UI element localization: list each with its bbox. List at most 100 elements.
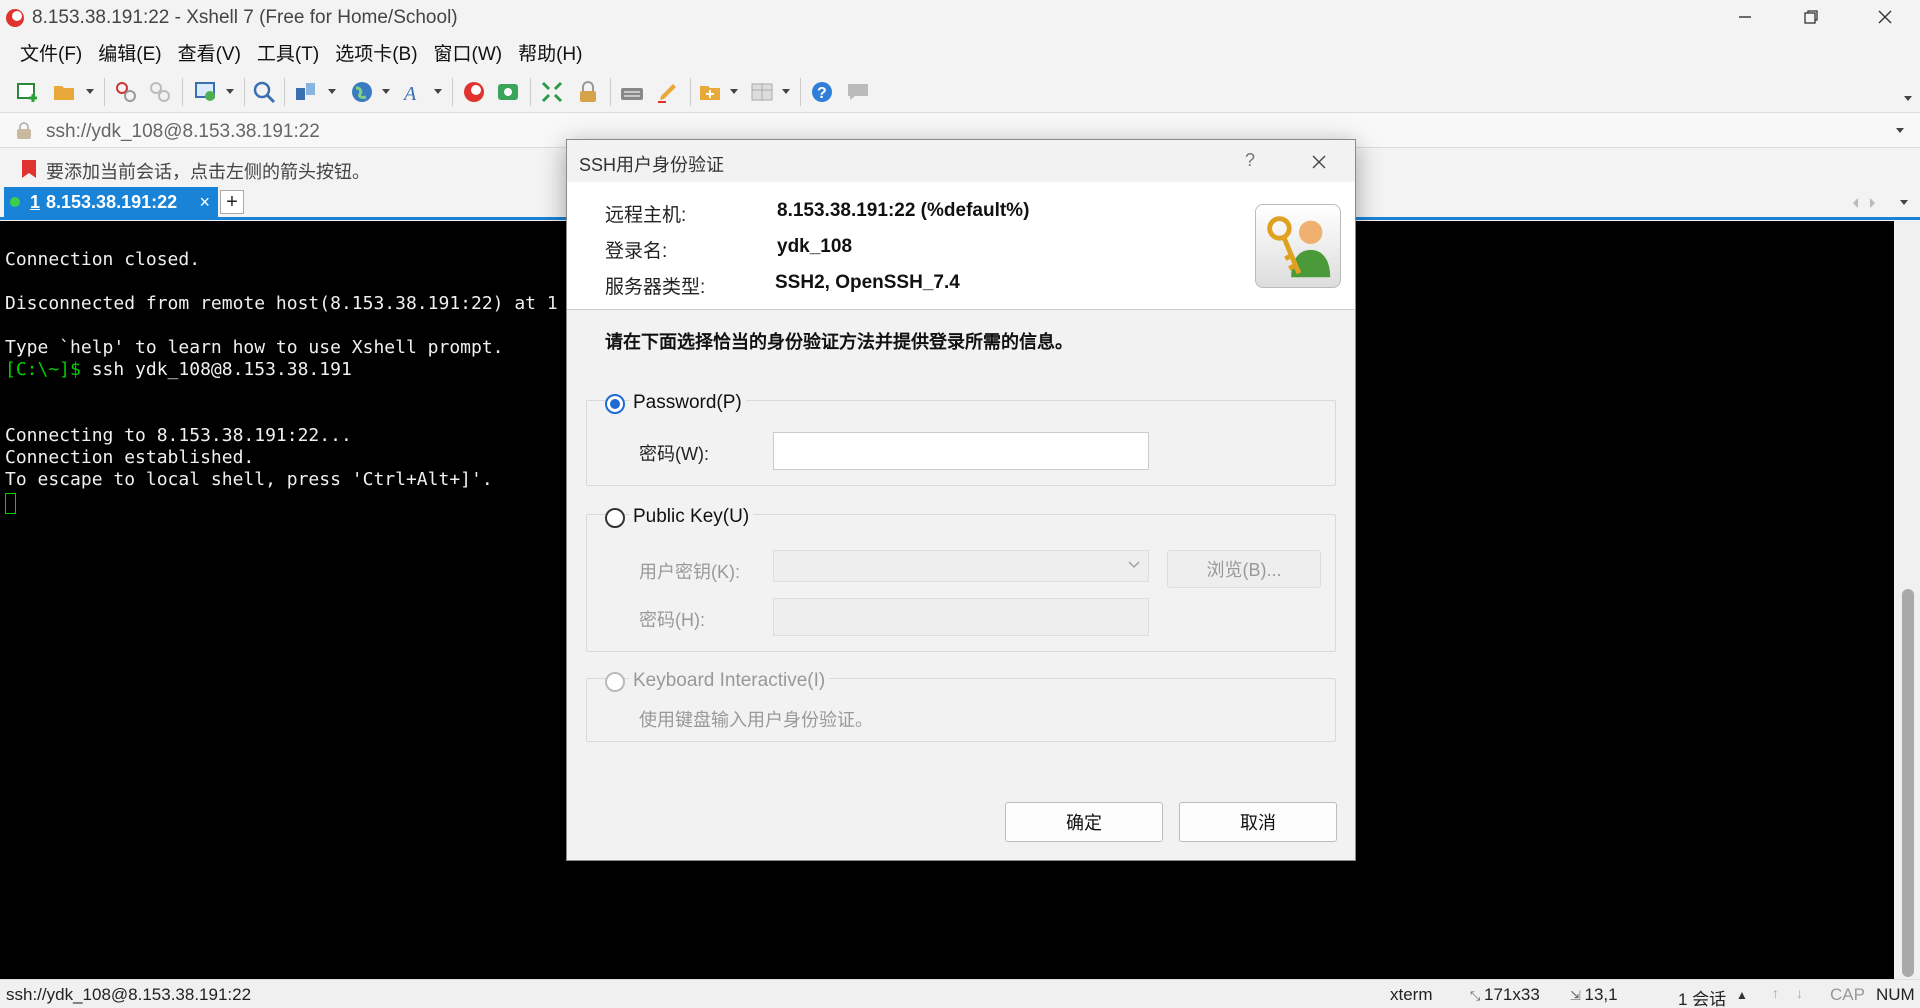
minimize-button[interactable] [1712,0,1778,34]
tab-close-icon[interactable]: × [199,192,210,213]
reconnect-icon[interactable] [114,80,138,104]
close-icon [1878,10,1892,24]
password-radio[interactable] [605,394,625,414]
remote-host-value: 8.153.38.191:22 (%default%) [777,200,1030,221]
scrollbar-thumb[interactable] [1902,589,1914,977]
terminal-line: [C:\~]$ ssh ydk_108@8.153.38.191 [5,359,352,380]
address-input[interactable]: ssh://ydk_108@8.153.38.191:22 [46,121,320,143]
passphrase-label: 密码(H): [639,610,705,630]
vertical-scrollbar[interactable] [1896,221,1920,979]
find-icon[interactable] [252,80,276,104]
hint-text: 要添加当前会话，点击左侧的箭头按钮。 [46,162,370,182]
login-value: ydk_108 [777,236,853,257]
tab-session-1[interactable]: 1 8.153.38.191:22 × [4,187,218,217]
sessions-up-icon[interactable]: ▲ [1736,988,1748,1002]
transfer-icon[interactable] [294,80,318,104]
xftp-icon[interactable] [462,80,486,104]
minimize-icon [1739,16,1751,18]
password-input[interactable] [773,432,1149,470]
menu-bar: 文件(F) 编辑(E) 查看(V) 工具(T) 选项卡(B) 窗口(W) 帮助(… [0,34,1920,70]
bookmark-arrow-icon[interactable] [20,159,38,179]
terminal-line: Connection established. [5,447,255,468]
keyboard-icon[interactable] [620,80,644,104]
font-icon[interactable]: A [402,80,426,104]
compose-icon[interactable] [698,80,722,104]
server-type-value: SSH2, OpenSSH_7.4 [775,272,960,293]
svg-text:?: ? [817,85,827,102]
terminal-prompt: [C:\~]$ [5,359,81,380]
lock-icon [17,122,31,139]
menu-tab[interactable]: 选项卡(B) [327,39,425,66]
highlight-icon[interactable] [656,80,680,104]
status-bar: ssh://ydk_108@8.153.38.191:22 xterm ⤡ 17… [0,979,1920,1008]
new-tab-button[interactable]: + [220,190,244,214]
menu-file[interactable]: 文件(F) [12,39,90,66]
scroll-up-icon: ↑ [1772,985,1779,1001]
connection-info-panel: 远程主机: 8.153.38.191:22 (%default%) 登录名: y… [567,182,1355,310]
svg-text:A: A [402,83,417,104]
status-session: ssh://ydk_108@8.153.38.191:22 [6,985,252,1004]
restore-icon [1804,10,1818,24]
ok-button[interactable]: 确定 [1005,802,1163,842]
public-key-option-label[interactable]: Public Key(U) [629,506,754,528]
chat-icon[interactable] [846,80,870,104]
window-title: 8.153.38.191:22 - Xshell 7 (Free for Hom… [32,7,458,28]
status-cap: CAP [1830,985,1865,1004]
disconnect-icon[interactable] [148,80,172,104]
status-size: ⤡ 171x33 [1470,985,1540,1005]
fullscreen-icon[interactable] [540,80,564,104]
remote-host-label: 远程主机: [605,205,687,226]
dialog-title: SSH用户身份验证 [579,155,725,175]
lock-icon[interactable] [576,80,600,104]
user-key-select[interactable] [773,550,1149,582]
new-session-icon[interactable] [16,80,40,104]
help-icon[interactable]: ? [810,80,834,104]
keyboard-interactive-radio[interactable] [605,672,625,692]
menu-tools[interactable]: 工具(T) [249,39,327,66]
keyboard-interactive-desc: 使用键盘输入用户身份验证。 [639,710,873,730]
status-sessions[interactable]: 1 会话 [1678,985,1726,1008]
dialog-help-button[interactable]: ? [1245,150,1255,171]
public-key-radio[interactable] [605,508,625,528]
password-field-label: 密码(W): [639,444,709,464]
menu-view[interactable]: 查看(V) [170,39,249,66]
keyboard-interactive-label[interactable]: Keyboard Interactive(I) [629,670,830,692]
scroll-down-icon: ↓ [1796,985,1803,1001]
open-folder-icon[interactable] [52,80,76,104]
properties-icon[interactable] [194,80,218,104]
password-option-label[interactable]: Password(P) [629,392,746,414]
status-cursor: ⇲ 13,1 [1570,985,1618,1005]
size-icon: ⤡ [1470,988,1485,1003]
ssh-auth-dialog: SSH用户身份验证 ? 远程主机: 8.153.38.191:22 (%defa… [566,139,1356,861]
globe-icon[interactable] [350,80,374,104]
tab-number: 1 [30,191,41,212]
terminal-cursor [5,493,16,514]
toolbar: A ? [0,72,1920,110]
instruction-text: 请在下面选择恰当的身份验证方法并提供登录所需的信息。 [605,332,1073,352]
terminal-line: Type `help' to learn how to use Xshell p… [5,337,504,358]
dialog-close-icon[interactable] [1311,154,1327,170]
status-num: NUM [1876,985,1915,1004]
browse-button[interactable]: 浏览(B)... [1167,550,1321,588]
server-type-label: 服务器类型: [605,277,706,298]
cursor-pos-icon: ⇲ [1570,988,1585,1003]
restore-button[interactable] [1778,0,1844,34]
xagent-icon[interactable] [496,80,520,104]
cancel-button[interactable]: 取消 [1179,802,1337,842]
passphrase-input[interactable] [773,598,1149,636]
menu-help[interactable]: 帮助(H) [510,39,590,66]
chevron-down-icon[interactable] [1896,128,1904,133]
menu-edit[interactable]: 编辑(E) [90,39,169,66]
user-key-icon [1255,204,1341,288]
menu-window[interactable]: 窗口(W) [426,39,511,66]
tab-list-dropdown-icon[interactable] [1900,200,1908,205]
layout-icon[interactable] [750,80,774,104]
tab-scroll-arrows-icon[interactable] [1850,196,1880,210]
user-key-label: 用户密钥(K): [639,562,740,582]
connected-status-icon [10,197,20,207]
status-cursor-value: 13,1 [1584,985,1618,1004]
terminal-line: Disconnected from remote host(8.153.38.1… [5,293,558,314]
close-window-button[interactable] [1852,0,1918,34]
login-label: 登录名: [605,241,668,262]
terminal-line: Connecting to 8.153.38.191:22... [5,425,352,446]
